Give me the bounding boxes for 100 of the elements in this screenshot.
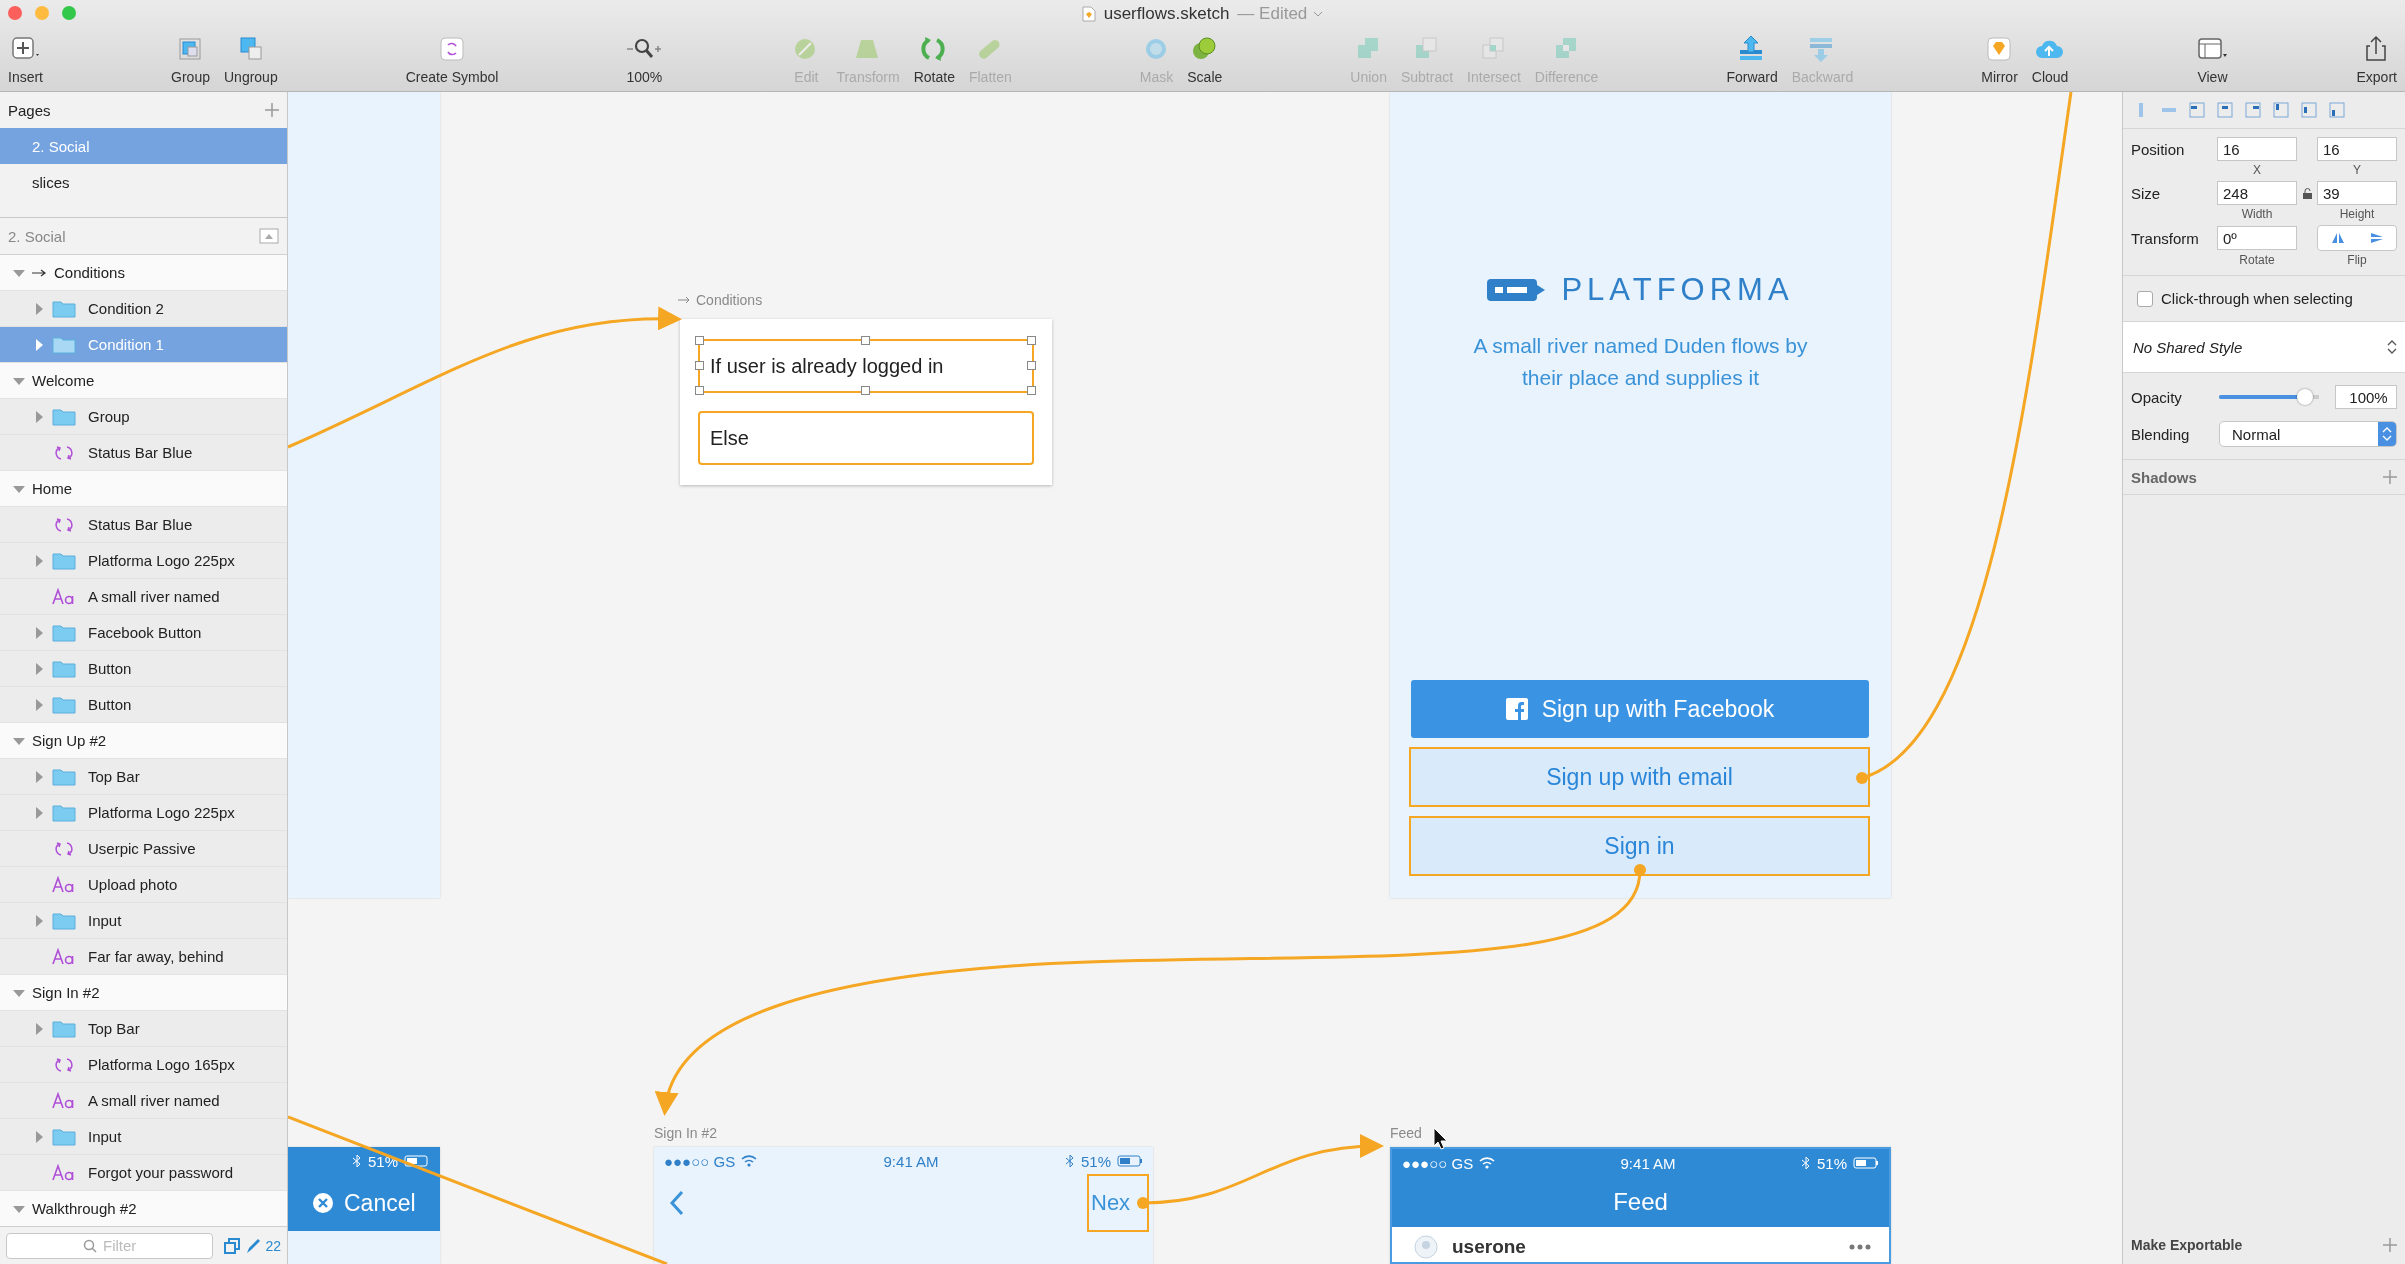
folder-icon (52, 1019, 76, 1038)
battery-icon (1117, 1155, 1143, 1167)
lock-icon[interactable] (2302, 187, 2312, 199)
field-label: Transform (2131, 229, 2200, 247)
toolbar-button[interactable]: Create Symbol (403, 34, 501, 85)
layer-item[interactable]: Status Bar Blue (0, 435, 287, 471)
folder-icon (52, 299, 76, 318)
x-field[interactable]: 16 (2217, 137, 2297, 161)
checkbox-label: Click-through when selecting (2161, 290, 2353, 307)
condition-option[interactable]: If user is already logged in (698, 339, 1034, 393)
layer-item[interactable]: Condition 2 (0, 291, 287, 327)
width-field[interactable]: 248 (2217, 181, 2297, 205)
layer-item[interactable]: Button (0, 651, 287, 687)
toolbar-button[interactable]: Forward (1724, 34, 1780, 85)
collapse-icon[interactable] (259, 228, 279, 244)
toolbar-button[interactable]: 100% (624, 34, 665, 85)
layer-item[interactable]: Button (0, 687, 287, 723)
toolbar-button[interactable]: Rotate (911, 34, 957, 85)
add-page-icon[interactable] (265, 103, 279, 117)
carrier-text: ●●●○○ GS (664, 1152, 736, 1170)
battery-icon (404, 1155, 430, 1167)
toolbar-button[interactable]: View (2194, 34, 2231, 85)
toolbar-button[interactable]: Group (169, 34, 212, 85)
battery-percent: 51% (1816, 1154, 1847, 1172)
folder-icon (52, 803, 76, 822)
section-heading: Shadows (2131, 468, 2197, 486)
symbol-icon (52, 443, 76, 462)
toolbar-button[interactable]: Cloud (2029, 34, 2071, 85)
shared-style-dropdown[interactable]: No Shared Style (2123, 322, 2405, 373)
layer-item[interactable]: Forgot your password (0, 1155, 287, 1191)
layer-group[interactable]: Conditions (0, 255, 287, 291)
text-layer-icon (52, 875, 76, 894)
y-field[interactable]: 16 (2317, 137, 2397, 161)
minimize-button[interactable] (35, 6, 49, 20)
page-item[interactable]: slices (0, 164, 287, 200)
opacity-field[interactable]: 100% (2335, 385, 2397, 409)
toolbar-button[interactable]: Ungroup (222, 34, 280, 85)
height-field[interactable]: 39 (2317, 181, 2397, 205)
flip-control[interactable] (2317, 225, 2397, 251)
blending-dropdown[interactable]: Normal (2219, 421, 2397, 447)
layer-group[interactable]: Home (0, 471, 287, 507)
condition-option[interactable]: Else (698, 411, 1034, 465)
align-icon[interactable] (2189, 102, 2205, 118)
align-icon[interactable] (2217, 102, 2233, 118)
tagline: A small river named Duden flows by their place and supplies it (1472, 333, 1809, 391)
toolbar-button[interactable]: Export (2354, 34, 2399, 85)
more-icon[interactable] (1849, 1244, 1871, 1250)
layer-group[interactable]: Walkthrough #2 (0, 1191, 287, 1226)
flip-vertical-icon[interactable] (2369, 232, 2384, 244)
align-icon[interactable] (2273, 102, 2289, 118)
flow-arrow-icon (678, 296, 692, 304)
layer-item[interactable]: Platforma Logo 165px (0, 1047, 287, 1083)
field-caption: Rotate (2238, 253, 2276, 267)
field-label: Opacity (2131, 388, 2183, 406)
layer-item[interactable]: Status Bar Blue (0, 507, 287, 543)
layer-item[interactable]: Facebook Button (0, 615, 287, 651)
pencil-icon[interactable] (245, 1236, 262, 1255)
layer-item[interactable]: Platforma Logo 225px (0, 795, 287, 831)
layer-item[interactable]: Top Bar (0, 1011, 287, 1047)
close-button[interactable] (8, 6, 22, 20)
folder-icon (52, 1127, 76, 1146)
layer-item[interactable]: Userpic Passive (0, 831, 287, 867)
add-icon[interactable] (2383, 1238, 2397, 1252)
carrier-text: ●●●○○ GS (1402, 1154, 1474, 1172)
toolbar-button[interactable]: Scale (1185, 34, 1225, 85)
align-icon[interactable] (2301, 102, 2317, 118)
toolbar-button[interactable]: Insert (6, 34, 45, 85)
avatar-icon (1414, 1235, 1438, 1259)
bluetooth-icon (1064, 1154, 1075, 1168)
bluetooth-icon (351, 1154, 362, 1168)
folder-icon (52, 659, 76, 678)
copy-icon[interactable] (223, 1236, 242, 1255)
checkbox[interactable] (2137, 290, 2153, 307)
field-caption: X (2252, 163, 2262, 177)
flip-horizontal-icon[interactable] (2330, 232, 2345, 244)
layer-group[interactable]: Sign In #2 (0, 975, 287, 1011)
document-icon (1081, 6, 1096, 22)
layer-item[interactable]: Input (0, 903, 287, 939)
layer-item[interactable]: Far far away, behind (0, 939, 287, 975)
toolbar-button[interactable]: Mirror (1979, 34, 2020, 85)
rotate-field[interactable]: 0º (2217, 226, 2297, 250)
add-icon[interactable] (2383, 470, 2397, 484)
layer-item[interactable]: Group (0, 399, 287, 435)
layer-item[interactable]: A small river named (0, 579, 287, 615)
align-icon[interactable] (2329, 102, 2345, 118)
cursor-icon (1433, 1127, 1448, 1150)
layer-item[interactable]: Input (0, 1119, 287, 1155)
zoom-button[interactable] (62, 6, 76, 20)
layer-item[interactable]: Top Bar (0, 759, 287, 795)
layer-item[interactable]: Upload photo (0, 867, 287, 903)
layer-group[interactable]: Welcome (0, 363, 287, 399)
wifi-icon (741, 1155, 758, 1167)
layer-group[interactable]: Sign Up #2 (0, 723, 287, 759)
text-layer-icon (52, 1091, 76, 1110)
text-layer-icon (52, 1163, 76, 1182)
layer-item[interactable]: Platforma Logo 225px (0, 543, 287, 579)
status-time: 9:41 AM (883, 1152, 939, 1170)
layer-item[interactable]: A small river named (0, 1083, 287, 1119)
align-icon[interactable] (2245, 102, 2261, 118)
field-caption: Y (2352, 163, 2362, 177)
